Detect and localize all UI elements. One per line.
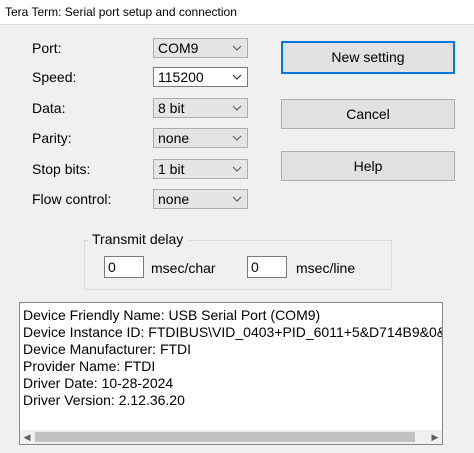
scroll-left-arrow-icon[interactable]: ◀ (20, 430, 34, 444)
stop-bits-select[interactable]: 1 bit (153, 159, 248, 179)
flow-control-value: none (158, 191, 190, 207)
msec-char-input[interactable]: 0 (104, 256, 144, 278)
speed-value: 115200 (158, 69, 204, 85)
info-line: Device Instance ID: FTDIBUS\VID_0403+PID… (23, 324, 443, 340)
window-title: Tera Term: Serial port setup and connect… (5, 5, 237, 19)
horizontal-scrollbar[interactable]: ◀ ▶ (20, 430, 442, 444)
data-value: 8 bit (158, 100, 185, 116)
flow-control-label: Flow control: (32, 191, 112, 207)
msec-char-unit: msec/char (151, 260, 216, 276)
chevron-down-icon (232, 45, 242, 51)
chevron-down-icon (232, 196, 242, 202)
parity-value: none (158, 130, 190, 146)
flow-control-select[interactable]: none (153, 189, 248, 209)
port-value: COM9 (158, 40, 199, 56)
info-line: Provider Name: FTDI (23, 358, 156, 374)
chevron-down-icon (232, 166, 242, 172)
msec-line-value: 0 (251, 259, 259, 275)
parity-label: Parity: (32, 130, 72, 146)
info-line: Device Friendly Name: USB Serial Port (C… (23, 307, 321, 323)
chevron-down-icon (232, 135, 242, 141)
speed-select[interactable]: 115200 (153, 67, 248, 87)
data-select[interactable]: 8 bit (153, 98, 248, 118)
msec-line-unit: msec/line (296, 260, 356, 276)
info-line: Device Manufacturer: FTDI (23, 341, 192, 357)
stop-bits-label: Stop bits: (32, 161, 91, 177)
parity-select[interactable]: none (153, 128, 248, 148)
speed-label: Speed: (32, 69, 77, 85)
device-info-box[interactable]: Device Friendly Name: USB Serial Port (C… (19, 302, 443, 445)
data-label: Data: (32, 100, 66, 116)
title-bar: Tera Term: Serial port setup and connect… (0, 0, 474, 25)
transmit-delay-label: Transmit delay (88, 231, 188, 247)
new-setting-button[interactable]: New setting (281, 41, 455, 74)
stop-bits-value: 1 bit (158, 161, 185, 177)
cancel-button[interactable]: Cancel (281, 99, 455, 129)
msec-char-value: 0 (108, 259, 116, 275)
port-select[interactable]: COM9 (153, 38, 248, 58)
info-line: Driver Date: 10-28-2024 (23, 375, 174, 391)
help-button[interactable]: Help (281, 151, 455, 181)
msec-line-input[interactable]: 0 (247, 256, 287, 278)
scroll-right-arrow-icon[interactable]: ▶ (428, 430, 442, 444)
scrollbar-thumb[interactable] (35, 432, 415, 442)
chevron-down-icon (232, 105, 242, 111)
chevron-down-icon (232, 74, 242, 80)
port-label: Port: (32, 40, 62, 56)
info-line: Driver Version: 2.12.36.20 (23, 392, 185, 408)
